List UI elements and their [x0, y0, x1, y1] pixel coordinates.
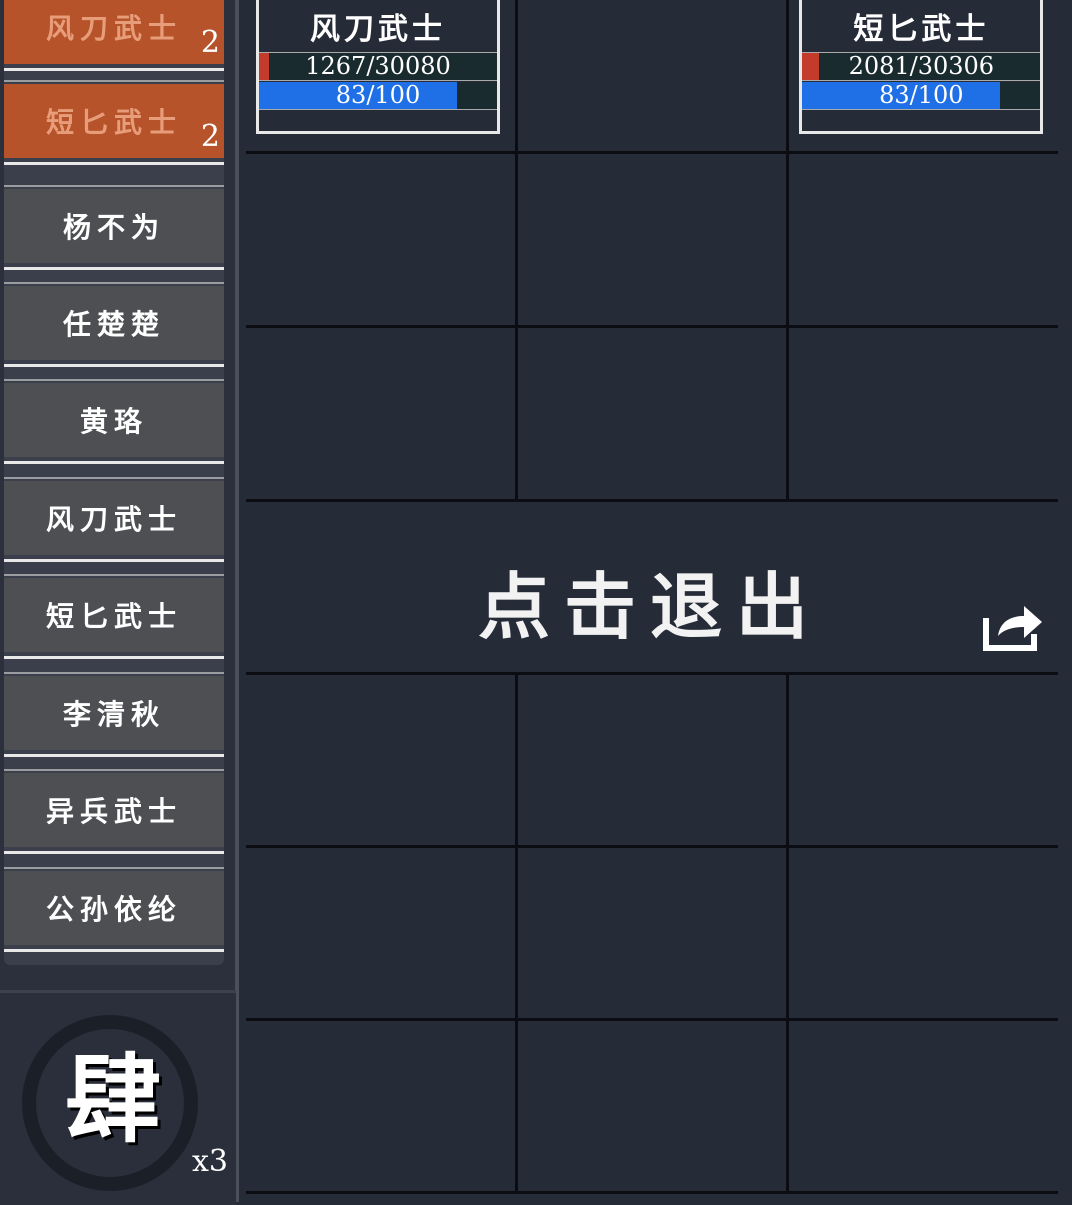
grid-cell[interactable] — [789, 848, 1058, 1018]
sidebar-item-3[interactable]: 任楚楚 — [4, 282, 224, 367]
sidebar-item-1[interactable]: 短匕武士 2 — [4, 80, 224, 165]
mp-bar: 83/100 — [259, 82, 497, 110]
sidebar-item-5[interactable]: 风刀武士 — [4, 477, 224, 562]
sidebar-item-label: 风刀武士 — [45, 12, 182, 45]
grid-cell[interactable] — [517, 328, 787, 499]
ally-grid — [246, 672, 1058, 1194]
sidebar-item-9[interactable]: 公孙依纶 — [4, 867, 224, 952]
unit-card[interactable]: 风刀武士 1267/30080 83/100 — [256, 0, 500, 134]
skill-button[interactable]: 肆 — [58, 1040, 168, 1160]
grid-cell[interactable] — [789, 328, 1058, 499]
mp-text: 83/100 — [335, 81, 421, 109]
sidebar-item-8[interactable]: 异兵武士 — [4, 769, 224, 854]
grid-cell[interactable] — [517, 675, 787, 845]
exit-button[interactable]: 点击退出 — [400, 548, 900, 653]
sidebar-item-label: 任楚楚 — [62, 308, 165, 341]
hp-bar: 2081/30306 — [802, 52, 1041, 81]
grid-cell[interactable] — [789, 675, 1058, 845]
enemy-grid: 风刀武士 1267/30080 83/100 短匕武士 2081/30306 8… — [246, 0, 1058, 502]
grid-cell[interactable]: 短匕武士 2081/30306 83/100 — [789, 0, 1058, 151]
sidebar-item-label: 短匕武士 — [45, 600, 182, 633]
mp-text: 83/100 — [879, 81, 964, 109]
skill-count: x3 — [192, 1144, 229, 1179]
share-icon[interactable] — [982, 600, 1044, 652]
unit-card[interactable]: 短匕武士 2081/30306 83/100 — [799, 0, 1044, 134]
hp-text: 1267/30080 — [305, 52, 451, 80]
grid-cell[interactable]: 风刀武士 1267/30080 83/100 — [246, 0, 515, 151]
hp-text: 2081/30306 — [848, 52, 995, 80]
sidebar-item-count: 2 — [200, 25, 220, 60]
sidebar-item-label: 黄珞 — [79, 405, 148, 438]
sidebar-item-label: 异兵武士 — [45, 795, 182, 828]
sidebar-item-6[interactable]: 短匕武士 — [4, 574, 224, 659]
sidebar-item-count: 2 — [200, 119, 220, 154]
sidebar-item-label: 杨不为 — [62, 211, 165, 244]
sidebar-item-label: 李清秋 — [62, 698, 165, 731]
sidebar-item-label: 短匕武士 — [45, 106, 182, 139]
grid-cell[interactable] — [246, 848, 515, 1018]
unit-name: 风刀武士 — [310, 12, 446, 47]
sidebar-item-label: 风刀武士 — [45, 503, 182, 536]
grid-cell[interactable] — [517, 154, 787, 325]
grid-cell[interactable] — [517, 0, 787, 151]
grid-cell[interactable] — [517, 848, 787, 1018]
grid-cell[interactable] — [246, 328, 515, 499]
sidebar-item-4[interactable]: 黄珞 — [4, 379, 224, 464]
grid-cell[interactable] — [517, 1021, 787, 1191]
grid-cell[interactable] — [246, 675, 515, 845]
unit-name: 短匕武士 — [853, 12, 990, 47]
hp-bar: 1267/30080 — [259, 52, 497, 81]
sidebar-item-2[interactable]: 杨不为 — [4, 185, 224, 270]
grid-cell[interactable] — [246, 1021, 515, 1191]
sidebar-item-7[interactable]: 李清秋 — [4, 672, 224, 757]
sidebar-item-label: 公孙依纶 — [45, 893, 182, 926]
grid-cell[interactable] — [789, 1021, 1058, 1191]
sidebar-item-0[interactable]: 风刀武士 2 — [4, 0, 224, 71]
mp-bar: 83/100 — [802, 81, 1041, 110]
grid-cell[interactable] — [789, 154, 1058, 325]
grid-cell[interactable] — [246, 154, 515, 325]
